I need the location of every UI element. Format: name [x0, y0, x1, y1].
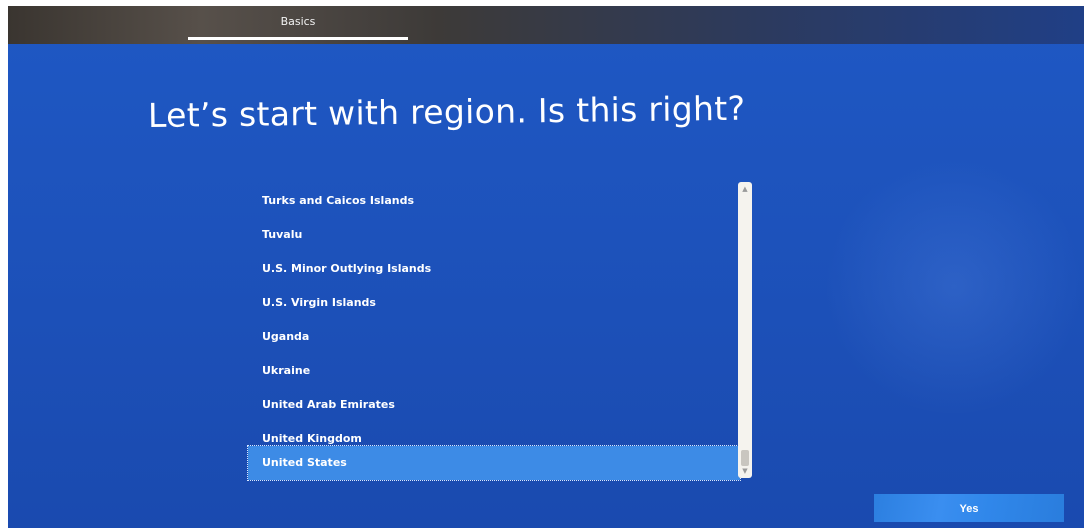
tab-basics-label: Basics — [280, 15, 316, 28]
list-item-united-states-selected[interactable]: United States — [247, 445, 741, 481]
screen-glare — [824, 156, 1084, 416]
list-item-ukraine[interactable]: Ukraine — [256, 354, 736, 388]
list-item-uganda[interactable]: Uganda — [256, 320, 736, 354]
region-listbox[interactable]: Turks and Caicos Islands Tuvalu U.S. Min… — [247, 178, 752, 481]
list-item-us-virgin-islands[interactable]: U.S. Virgin Islands — [256, 286, 736, 320]
scroll-down-arrow-icon[interactable]: ▼ — [740, 467, 750, 475]
list-item-tuvalu[interactable]: Tuvalu — [256, 218, 736, 252]
list-scrollbar[interactable]: ▲ ▼ — [738, 182, 752, 478]
tab-active-indicator — [188, 37, 408, 40]
top-progress-bar: Basics — [8, 6, 1084, 44]
list-item-turks-and-caicos[interactable]: Turks and Caicos Islands — [256, 184, 736, 218]
page-title: Let’s start with region. Is this right? — [147, 88, 746, 135]
scroll-up-arrow-icon[interactable]: ▲ — [740, 185, 750, 193]
list-item-uae[interactable]: United Arab Emirates — [256, 388, 736, 422]
tab-basics: Basics — [188, 6, 408, 44]
yes-button[interactable]: Yes — [874, 494, 1064, 522]
oobe-screen: Basics Let’s start with region. Is this … — [8, 6, 1084, 528]
scroll-thumb[interactable] — [741, 450, 749, 466]
list-item-us-minor-outlying[interactable]: U.S. Minor Outlying Islands — [256, 252, 736, 286]
